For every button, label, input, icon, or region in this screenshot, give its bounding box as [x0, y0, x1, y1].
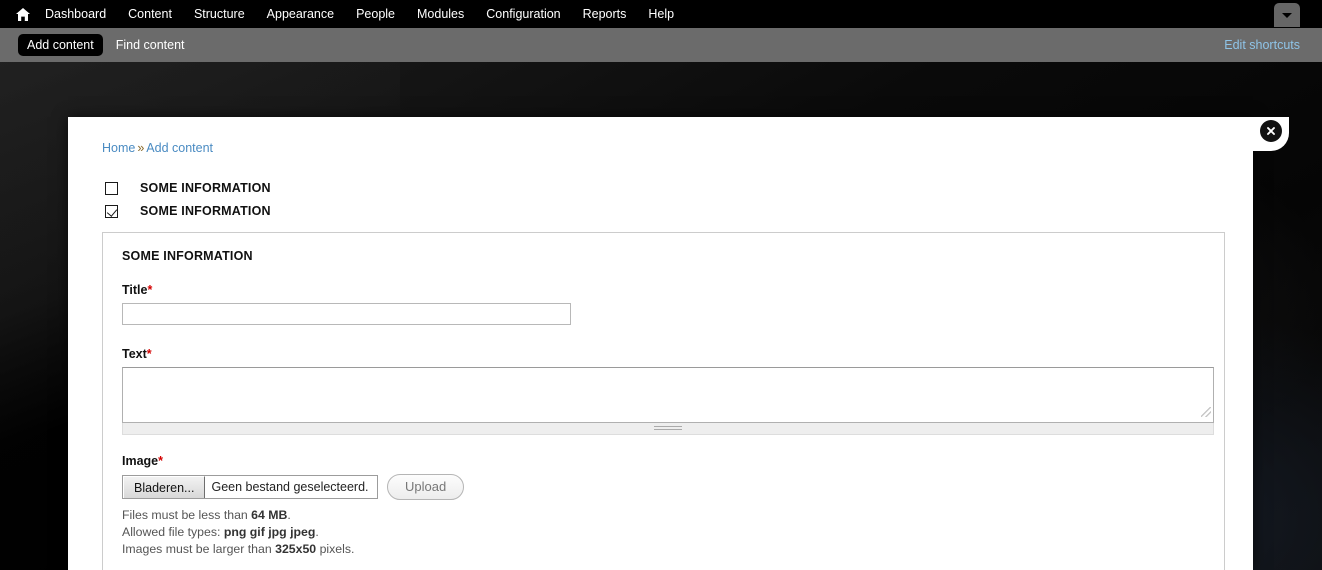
help-line-dimensions: Images must be larger than 325x50 pixels… [122, 541, 1205, 558]
help-dimensions-prefix: Images must be larger than [122, 542, 276, 556]
help-filetypes-value: png gif jpg jpeg [223, 525, 316, 539]
file-upload-row: Bladeren... Geen bestand geselecteerd. U… [122, 474, 1205, 500]
admin-toolbar: Dashboard Content Structure Appearance P… [0, 0, 1322, 28]
grippie-lines-icon [654, 425, 682, 432]
text-label-text: Text [122, 347, 147, 361]
shortcut-links: Add content Find content [0, 34, 194, 56]
content-fieldset: SOME INFORMATION Title* Text* Image* Bla… [102, 232, 1225, 570]
browse-button[interactable]: Bladeren... [123, 476, 206, 498]
toolbar-item-structure[interactable]: Structure [183, 0, 256, 28]
toolbar-item-help[interactable]: Help [637, 0, 685, 28]
toolbar-menu: Dashboard Content Structure Appearance P… [0, 0, 1322, 28]
edit-shortcuts: Edit shortcuts [1224, 28, 1300, 62]
image-field-group: Image* Bladeren... Geen bestand geselect… [122, 454, 1205, 558]
toolbar-collapse-toggle[interactable] [1274, 3, 1300, 27]
breadcrumb-current[interactable]: Add content [146, 141, 213, 155]
help-filesize-value: 64 MB [251, 508, 288, 522]
shortcut-add-content[interactable]: Add content [18, 34, 103, 56]
help-filetypes-prefix: Allowed file types: [122, 525, 224, 539]
textarea-wrapper [122, 367, 1214, 435]
home-icon[interactable] [12, 0, 34, 28]
textarea-grippie[interactable] [122, 423, 1214, 435]
title-required-marker: * [147, 283, 153, 297]
text-required-marker: * [146, 347, 152, 361]
toolbar-item-dashboard[interactable]: Dashboard [34, 0, 117, 28]
text-textarea[interactable] [122, 367, 1214, 423]
shortcut-bar: Add content Find content Edit shortcuts [0, 28, 1322, 62]
upload-button[interactable]: Upload [387, 474, 465, 500]
toolbar-item-content[interactable]: Content [117, 0, 183, 28]
file-status-text: Geen bestand geselecteerd. [211, 480, 369, 494]
checkbox-unchecked[interactable] [105, 181, 118, 195]
fieldset-legend: SOME INFORMATION [122, 249, 253, 263]
edit-shortcuts-link[interactable]: Edit shortcuts [1224, 38, 1300, 52]
help-filesize-suffix: . [287, 508, 291, 522]
breadcrumb-home[interactable]: Home [102, 141, 135, 155]
close-icon[interactable] [1260, 120, 1282, 142]
toolbar-item-appearance[interactable]: Appearance [256, 0, 345, 28]
breadcrumb: Home» Add content [102, 141, 1225, 155]
add-content-modal: Home» Add content SOME INFORMATION SOME I… [68, 117, 1253, 570]
image-label: Image* [122, 454, 1205, 468]
text-label: Text* [122, 347, 1205, 361]
toolbar-item-reports[interactable]: Reports [572, 0, 638, 28]
help-filetypes-suffix: . [315, 525, 319, 539]
image-required-marker: * [158, 454, 164, 468]
breadcrumb-separator: » [137, 141, 145, 155]
help-line-filesize: Files must be less than 64 MB. [122, 507, 1205, 524]
file-input[interactable]: Bladeren... Geen bestand geselecteerd. [122, 475, 378, 499]
checkbox-checked[interactable] [105, 204, 118, 218]
modal-body: Home» Add content SOME INFORMATION SOME I… [68, 117, 1253, 570]
toolbar-item-configuration[interactable]: Configuration [475, 0, 571, 28]
title-input[interactable] [122, 303, 571, 325]
checkbox-label-2: SOME INFORMATION [140, 204, 271, 218]
title-field-group: Title* [122, 283, 1205, 325]
text-field-group: Text* [122, 347, 1214, 435]
help-dimensions-value: 325x50 [275, 542, 317, 556]
title-label: Title* [122, 283, 1205, 297]
toolbar-item-people[interactable]: People [345, 0, 406, 28]
checkbox-row-1[interactable]: SOME INFORMATION [102, 181, 1225, 195]
chevron-down-icon [1282, 12, 1292, 18]
image-label-text: Image [122, 454, 159, 468]
checkbox-row-2[interactable]: SOME INFORMATION [102, 204, 1225, 218]
shortcut-find-content[interactable]: Find content [107, 34, 194, 56]
help-filesize-prefix: Files must be less than [122, 508, 252, 522]
help-line-filetypes: Allowed file types: png gif jpg jpeg. [122, 524, 1205, 541]
checkbox-label-1: SOME INFORMATION [140, 181, 271, 195]
title-label-text: Title [122, 283, 148, 297]
help-dimensions-suffix: pixels. [316, 542, 355, 556]
toolbar-item-modules[interactable]: Modules [406, 0, 475, 28]
